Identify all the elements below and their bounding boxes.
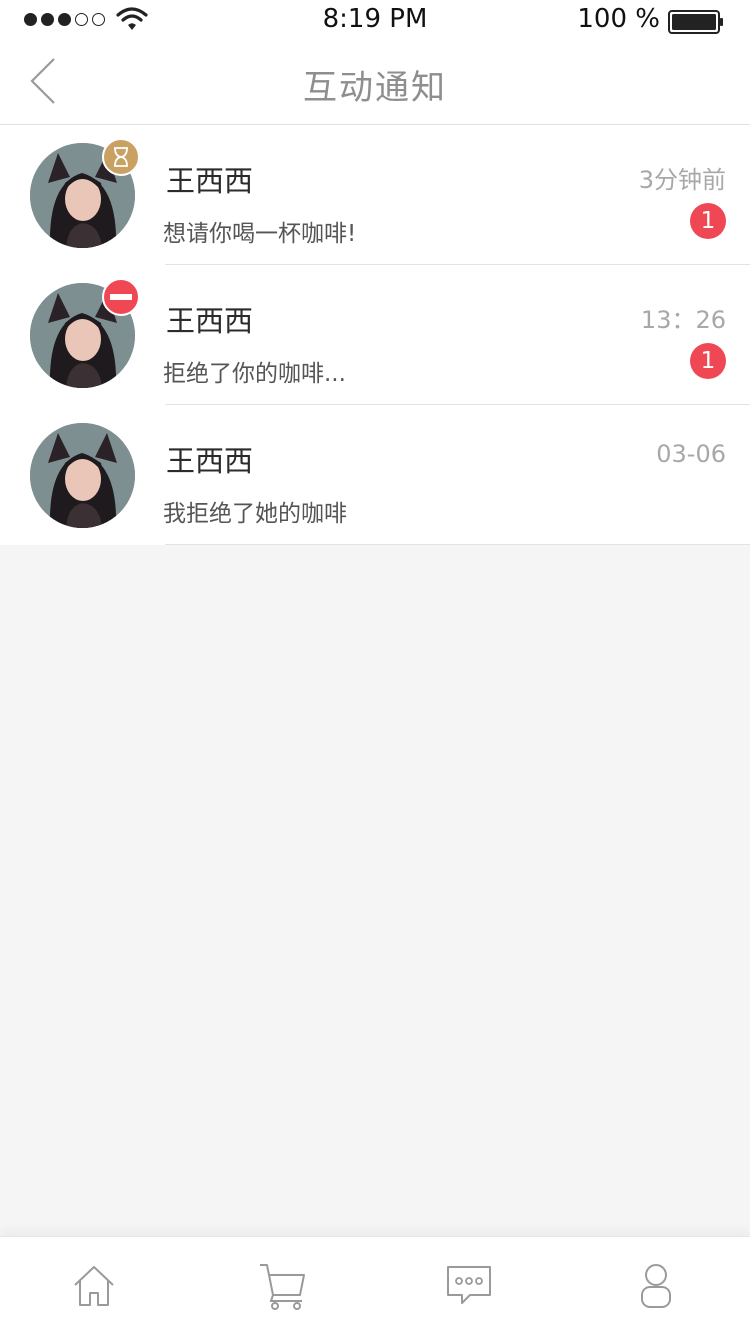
timestamp: 03-06 [656, 440, 726, 468]
home-icon [74, 1266, 114, 1306]
message-preview: 我拒绝了她的咖啡 [163, 501, 347, 527]
hourglass-icon [102, 138, 140, 176]
profile-icon [641, 1264, 671, 1308]
page-title: 互动通知 [303, 68, 447, 108]
unread-badge: 1 [690, 343, 726, 379]
tab-bar [0, 1236, 750, 1334]
notification-row[interactable]: 王西西 拒绝了你的咖啡... 13：26 1 [0, 265, 750, 405]
timestamp: 13：26 [640, 306, 726, 334]
notification-row[interactable]: 王西西 我拒绝了她的咖啡 03-06 [0, 405, 750, 545]
notification-row[interactable]: 王西西 想请你喝一杯咖啡! 3分钟前 1 [0, 125, 750, 265]
chat-bubble-icon [447, 1266, 491, 1304]
battery-percentage: 100 % [577, 4, 660, 34]
avatar [30, 423, 135, 528]
unread-badge: 1 [690, 203, 726, 239]
no-entry-icon [102, 278, 140, 316]
tab-messages[interactable] [444, 1261, 494, 1311]
timestamp: 3分钟前 [638, 166, 726, 194]
status-bar: 8:19 PM 100 % [0, 0, 750, 40]
notification-list: 王西西 想请你喝一杯咖啡! 3分钟前 1 王西西 拒绝了你的咖啡... 13：2… [0, 125, 750, 545]
tab-cart[interactable] [258, 1261, 308, 1311]
tab-profile[interactable] [631, 1261, 681, 1311]
battery-icon [668, 10, 723, 34]
nav-bar: 互动通知 [0, 40, 750, 125]
message-preview: 拒绝了你的咖啡... [163, 361, 346, 387]
contact-name: 王西西 [166, 444, 254, 478]
contact-name: 王西西 [166, 304, 254, 338]
cart-icon [260, 1264, 305, 1310]
contact-name: 王西西 [166, 164, 254, 198]
message-preview: 想请你喝一杯咖啡! [163, 221, 357, 247]
tab-home[interactable] [69, 1261, 119, 1311]
